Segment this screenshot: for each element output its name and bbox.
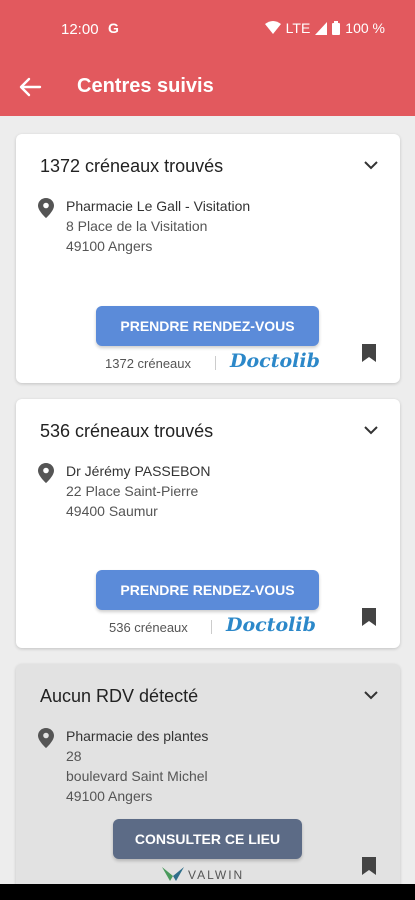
- chevron-down-icon[interactable]: [362, 686, 380, 704]
- wifi-icon: [264, 21, 281, 34]
- center-card-2: 536 créneaux trouvés Dr Jérémy PASSEBON …: [16, 399, 400, 648]
- address-block: Dr Jérémy PASSEBON 22 Place Saint-Pierre…: [66, 461, 210, 521]
- bookmark-icon[interactable]: [362, 608, 376, 626]
- chevron-down-icon[interactable]: [362, 421, 380, 439]
- address-block: Pharmacie Le Gall - Visitation 8 Place d…: [66, 196, 250, 256]
- place-name: Pharmacie des plantes: [66, 728, 209, 744]
- chevron-down-icon[interactable]: [362, 156, 380, 174]
- battery-level: 100 %: [345, 20, 385, 36]
- doctolib-logo: Doctolib: [226, 614, 316, 636]
- divider: [215, 356, 216, 370]
- status-time: 12:00: [61, 21, 99, 38]
- card-title: Aucun RDV détecté: [40, 686, 199, 706]
- location-pin-icon: [38, 198, 54, 218]
- consult-place-button[interactable]: CONSULTER CE LIEU: [113, 819, 302, 859]
- address-line: 49100 Angers: [66, 788, 153, 804]
- address-line: boulevard Saint Michel: [66, 768, 208, 784]
- page-title: Centres suivis: [77, 75, 214, 97]
- location-pin-icon: [38, 728, 54, 748]
- place-name: Pharmacie Le Gall - Visitation: [66, 198, 251, 214]
- book-appointment-button[interactable]: PRENDRE RENDEZ-VOUS: [96, 306, 319, 346]
- address-line: 28: [66, 748, 82, 764]
- place-name: Dr Jérémy PASSEBON: [66, 463, 211, 479]
- address-line: 49400 Saumur: [66, 503, 158, 519]
- card-title: 1372 créneaux trouvés: [40, 156, 224, 176]
- signal-icon: [315, 21, 328, 35]
- divider: [211, 620, 212, 634]
- status-bar: 12:00 G LTE 100 %: [0, 0, 415, 58]
- address-line: 8 Place de la Visitation: [66, 218, 208, 234]
- system-navigation-bar: [0, 884, 415, 900]
- card-title: 536 créneaux trouvés: [40, 421, 214, 441]
- bookmark-icon[interactable]: [362, 344, 376, 362]
- book-appointment-button[interactable]: PRENDRE RENDEZ-VOUS: [96, 570, 319, 610]
- network-type: LTE: [285, 20, 311, 36]
- bookmark-icon[interactable]: [362, 857, 376, 875]
- center-card-1: 1372 créneaux trouvés Pharmacie Le Gall …: [16, 134, 400, 383]
- valwin-logo-icon: [162, 867, 184, 881]
- g-indicator-icon: G: [108, 20, 119, 36]
- slots-count: 536 créneaux: [109, 620, 188, 635]
- valwin-logo: VALWIN: [188, 868, 245, 882]
- address-block: Pharmacie des plantes 28 boulevard Saint…: [66, 726, 208, 806]
- center-card-3: Aucun RDV détecté Pharmacie des plantes …: [16, 664, 400, 900]
- battery-icon: [332, 21, 341, 35]
- status-icons: LTE 100 %: [264, 20, 385, 36]
- back-arrow-icon[interactable]: [18, 76, 42, 98]
- doctolib-logo: Doctolib: [230, 350, 320, 372]
- app-bar: Centres suivis: [0, 58, 415, 116]
- address-line: 49100 Angers: [66, 238, 153, 254]
- location-pin-icon: [38, 463, 54, 483]
- address-line: 22 Place Saint-Pierre: [66, 483, 199, 499]
- slots-count: 1372 créneaux: [105, 356, 192, 371]
